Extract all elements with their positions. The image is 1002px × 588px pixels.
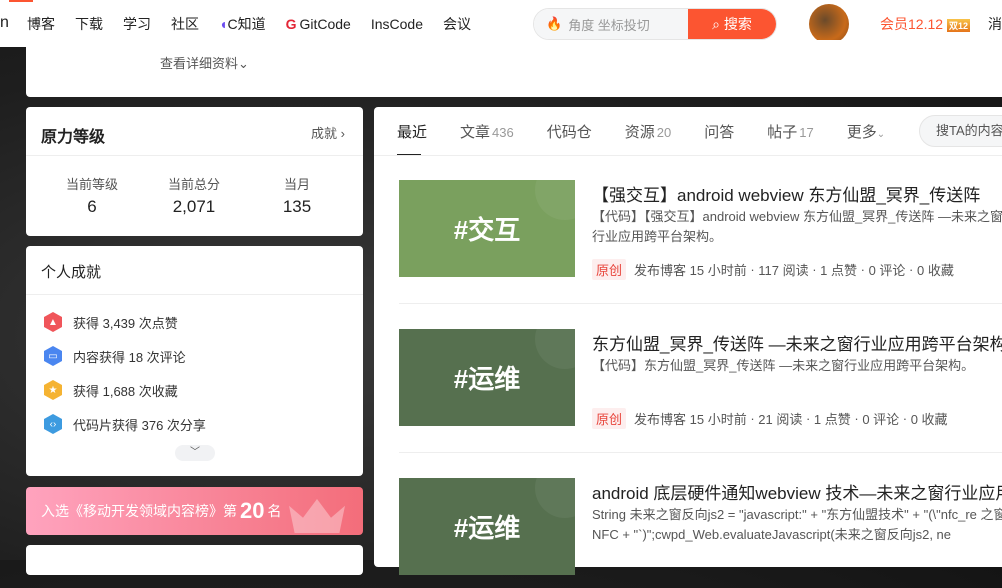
search-box: 🔥 角度 坐标投切 ⌕ 搜索 — [533, 8, 777, 40]
article-desc: 【代码】东方仙盟_冥界_传送阵 —未来之窗行业应用跨平台架构。 — [592, 358, 975, 373]
article-desc: 【代码】【强交互】android webview 东方仙盟_冥界_传送阵 —未来… — [592, 209, 1002, 244]
article-desc: String 未来之窗反向js2 = "javascript:" + "东方仙盟… — [592, 507, 1002, 542]
csdn-logo[interactable]: n — [0, 14, 9, 32]
achievement-favorites: ★ 获得 1,688 次收藏 — [43, 380, 178, 400]
double12-badge: 双12 — [947, 18, 971, 32]
chevron-down-icon: ﹀ — [190, 447, 200, 458]
search-icon: ⌕ — [712, 15, 720, 32]
messages-link[interactable]: 消 — [988, 14, 1002, 34]
divider — [374, 155, 1002, 156]
nav-cknow[interactable]: ◖C知道 — [219, 14, 266, 34]
user-content-search[interactable]: 搜TA的内容 — [919, 115, 1002, 147]
article-item[interactable]: #运维 东方仙盟_冥界_传送阵 —未来之窗行业应用跨平台架构 【代码】东方仙盟_… — [399, 329, 1002, 439]
divider — [399, 303, 1002, 304]
next-card — [26, 545, 363, 575]
achievements-card: 个人成就 ▲ 获得 3,439 次点赞 ▭ 内容获得 18 次评论 ★ 获得 1,68… — [26, 246, 363, 476]
chevron-right-icon: › — [340, 126, 345, 141]
crown-icon — [289, 499, 345, 533]
article-thumbnail: #运维 — [399, 329, 575, 426]
achievement-likes: ▲ 获得 3,439 次点赞 — [43, 312, 178, 332]
gitcode-icon: G — [285, 15, 297, 32]
search-input[interactable]: 🔥 角度 坐标投切 — [534, 9, 688, 39]
force-level-card: 原力等级 成就 › 当前等级 6 当前总分 2,071 当月 135 — [26, 107, 363, 236]
article-thumbnail: #运维 — [399, 478, 575, 575]
divider — [26, 155, 363, 156]
nav-community[interactable]: 社区 — [171, 14, 199, 34]
achievement-comments: ▭ 内容获得 18 次评论 — [43, 346, 186, 366]
article-title[interactable]: 东方仙盟_冥界_传送阵 —未来之窗行业应用跨平台架构 — [592, 330, 1002, 355]
expand-button[interactable]: ﹀ — [175, 445, 215, 461]
article-meta: 原创 发布博客 15 小时前 · 21 阅读 · 1 点赞 · 0 评论 · 0 … — [592, 408, 948, 429]
divider — [399, 452, 1002, 453]
view-details-link[interactable]: 查看详细资料⌄ — [160, 53, 249, 72]
nav-blog[interactable]: 博客 — [27, 14, 55, 34]
tab-qa[interactable]: 问答 — [704, 121, 734, 142]
article-meta: 原创 发布博客 15 小时前 · 117 阅读 · 1 点赞 · 0 评论 · 0… — [592, 259, 954, 280]
stat-current-level: 当前等级 6 — [65, 177, 118, 216]
profile-card: 查看详细资料⌄ — [26, 40, 1002, 97]
content-tabs: 最近 文章 436 代码仓 资源 20 问答 帖子 17 更多⌄ — [397, 107, 918, 156]
fire-icon: 🔥 — [546, 16, 563, 31]
content-panel: 最近 文章 436 代码仓 资源 20 问答 帖子 17 更多⌄ 搜TA的内容 #交互… — [374, 107, 1002, 575]
nav-learn[interactable]: 学习 — [123, 14, 151, 34]
user-avatar[interactable] — [809, 4, 849, 44]
original-badge: 原创 — [592, 408, 627, 429]
chevron-down-icon: ⌄ — [876, 128, 886, 140]
search-button[interactable]: ⌕ 搜索 — [688, 9, 776, 39]
card-title: 个人成就 — [41, 264, 102, 281]
thumb-up-icon: ▲ — [44, 312, 62, 332]
nav-download[interactable]: 下载 — [75, 14, 103, 34]
article-title[interactable]: android 底层硬件通知webview 技术—未来之窗行业应用 — [592, 479, 1002, 504]
article-thumbnail: #交互 — [399, 180, 575, 277]
divider — [26, 294, 363, 295]
stat-this-month: 当月 135 — [282, 177, 312, 216]
achievement-shares: ‹› 代码片获得 376 次分享 — [43, 414, 206, 434]
card-title: 原力等级 — [41, 129, 106, 146]
tab-recent[interactable]: 最近 — [397, 121, 427, 156]
tab-resources[interactable]: 资源 20 — [625, 121, 671, 142]
tab-code-repo[interactable]: 代码仓 — [547, 121, 592, 142]
comment-icon: ▭ — [44, 346, 62, 366]
nav-meeting[interactable]: 会议 — [443, 14, 471, 34]
article-title[interactable]: 【强交互】android webview 东方仙盟_冥界_传送阵 — [592, 181, 980, 206]
vip-link[interactable]: 会员12.12 双12 — [880, 14, 971, 34]
article-item[interactable]: #交互 【强交互】android webview 东方仙盟_冥界_传送阵 【代码… — [399, 180, 1002, 290]
tab-posts[interactable]: 帖子 17 — [767, 121, 813, 142]
tab-articles[interactable]: 文章 436 — [460, 121, 514, 142]
tab-more[interactable]: 更多⌄ — [847, 121, 885, 142]
original-badge: 原创 — [592, 259, 627, 280]
nav-gitcode[interactable]: G GitCode — [286, 16, 351, 32]
chevron-down-icon: ⌄ — [238, 56, 249, 71]
nav-inscode[interactable]: InsCode — [371, 16, 423, 32]
article-item[interactable]: #运维 android 底层硬件通知webview 技术—未来之窗行业应用 St… — [399, 478, 1002, 588]
code-icon: ‹› — [44, 414, 62, 434]
stat-total-score: 当前总分 2,071 — [167, 177, 220, 216]
star-icon: ★ — [44, 380, 62, 400]
ranking-banner[interactable]: 入选《移动开发领域内容榜》第 20 名 — [26, 487, 363, 535]
achievements-link[interactable]: 成就 › — [311, 123, 345, 142]
